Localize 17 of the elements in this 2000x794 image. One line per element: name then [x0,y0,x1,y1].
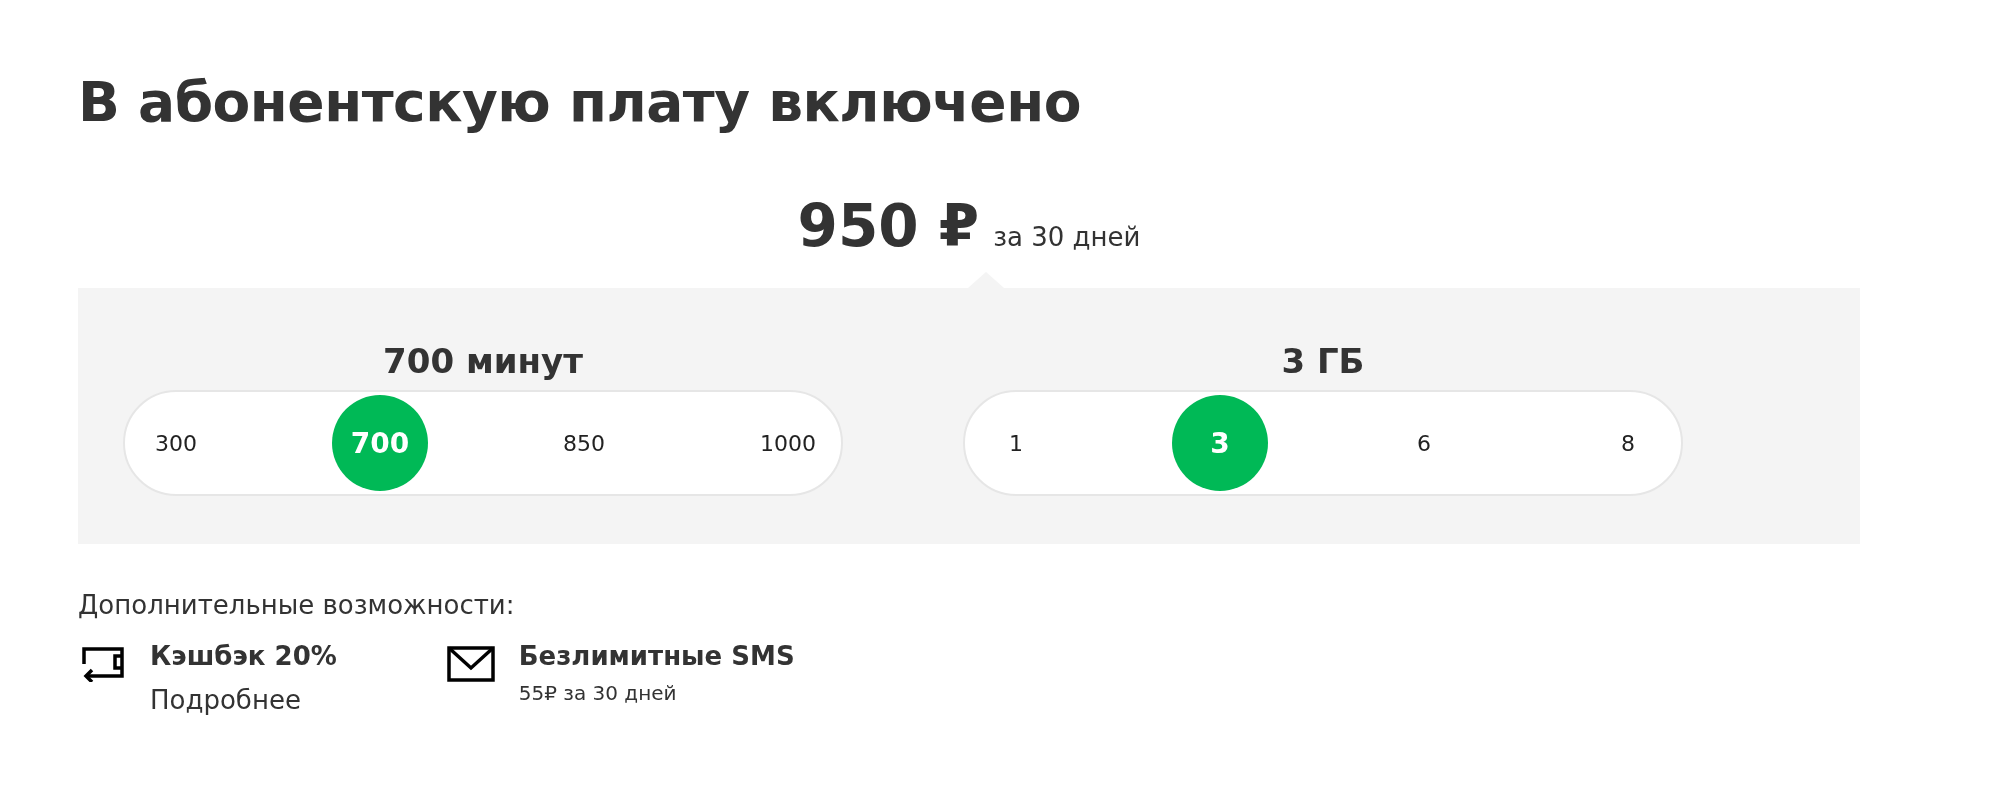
option-button[interactable]: 6 [1376,395,1472,491]
details-link[interactable]: Подробнее [150,678,337,722]
extra-price: 55₽ за 30 дней [518,680,678,707]
extras-heading: Дополнительные возможности: [78,589,516,622]
price-period: за 30 дней [993,222,1141,252]
page-title: В абонентскую плату включено [78,69,1082,136]
price-amount: 950 ₽ [797,192,980,260]
option-button[interactable]: 300 [128,395,224,491]
option-button[interactable]: 1000 [740,395,836,491]
extra-title: Кэшбэк 20% [150,640,337,673]
option-button[interactable]: 8 [1580,395,1676,491]
extra-title: Безлимитные SMS [518,640,795,673]
selector-label: 700 минут [383,340,583,382]
selector-label: 3 ГБ [1281,340,1365,382]
envelope-icon [446,646,495,682]
option-button[interactable]: 1 [968,395,1064,491]
option-button[interactable]: 850 [536,395,632,491]
